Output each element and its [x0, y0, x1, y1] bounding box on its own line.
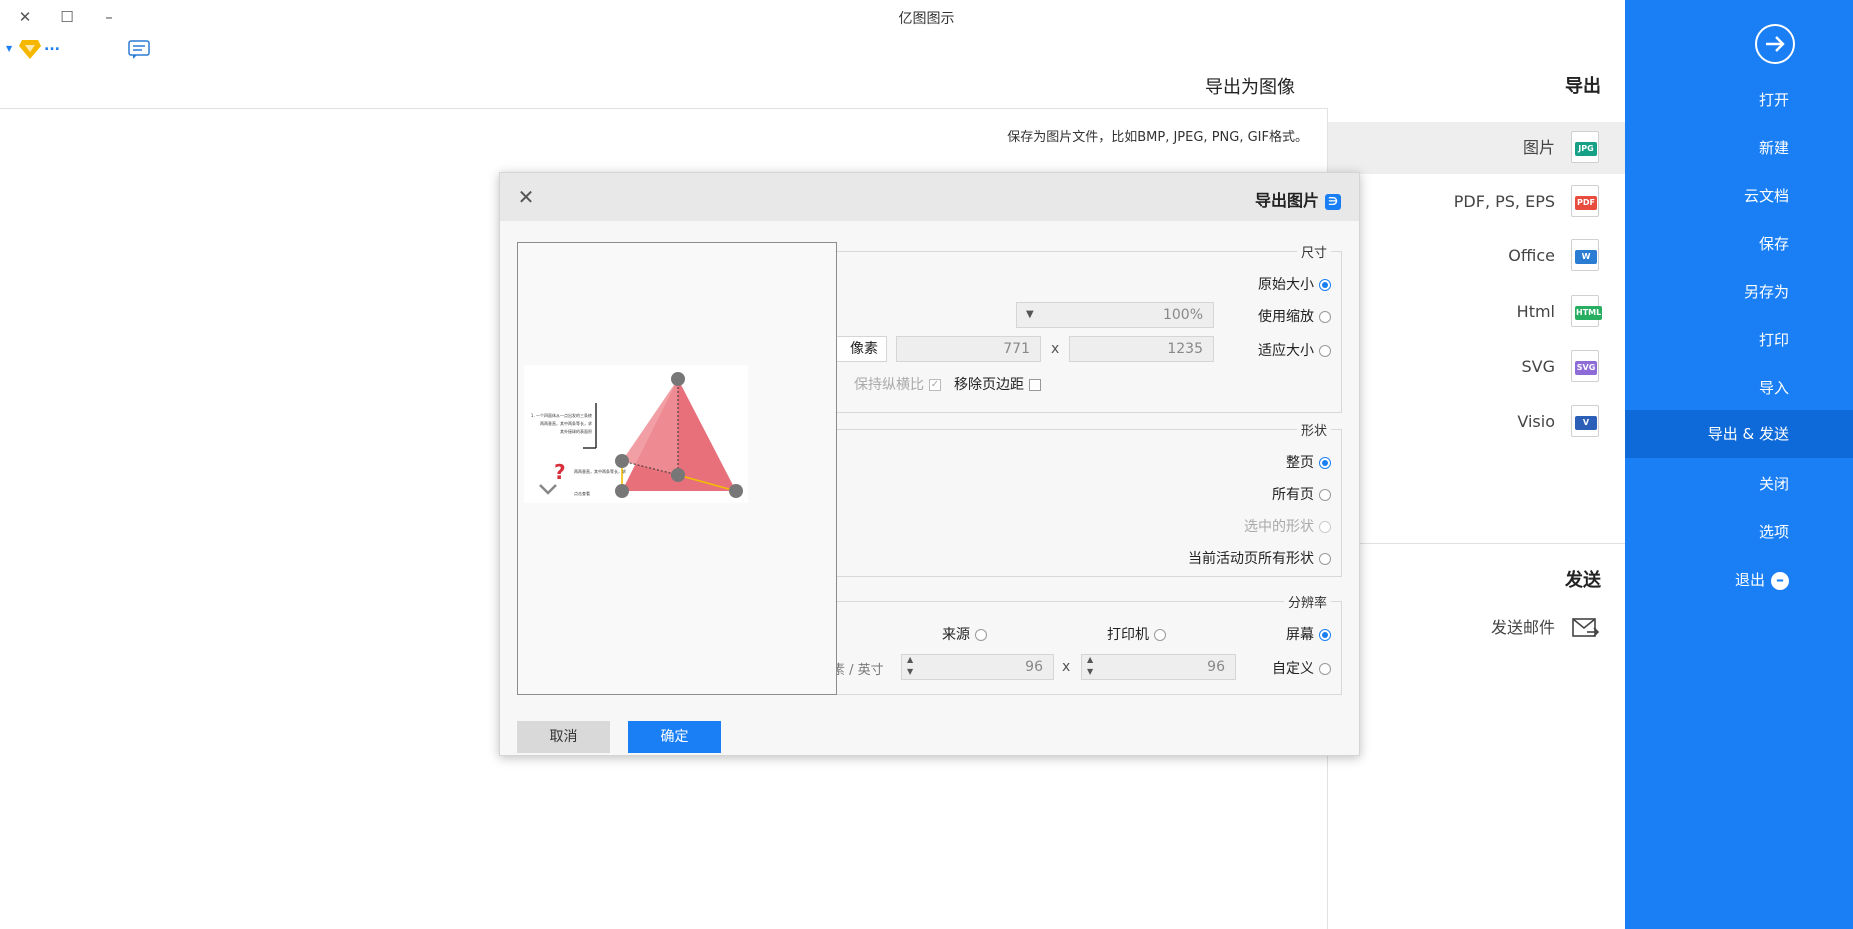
checkbox-keep-ratio[interactable]: 保持纵横比 ✓	[854, 374, 941, 394]
shape-group-legend: 形状	[1296, 420, 1331, 439]
preview-note-line-3: 其外接球的表面积	[560, 428, 592, 434]
sidebar-item-options[interactable]: 选项	[1625, 508, 1853, 556]
radio-original-size[interactable]: 原始大小	[1258, 274, 1331, 294]
export-section-title: 导出	[1565, 76, 1601, 97]
preview-diagram: 1. 一个四面体从一点出发的三条棱 两两垂直，其中两条等长，求 其外接球的表面积…	[524, 365, 748, 503]
exit-icon: –	[1771, 571, 1789, 590]
export-description: 保存为图片文件，比如BMP, JPEG, PNG, GIF格式。	[1007, 130, 1308, 145]
resolution-group: 分辨率 屏幕 打印机 来源 自定义 96 ▲ ▼ x 96 ▲ ▼ 像素 / 英寸	[808, 592, 1342, 695]
send-email-item[interactable]: 发送邮件	[1328, 602, 1625, 654]
export-format-html[interactable]: HTML Html	[1328, 286, 1625, 338]
send-email-label: 发送邮件	[1490, 618, 1555, 637]
mail-send-icon	[1571, 616, 1600, 644]
radio-all-pages[interactable]: 所有页	[1272, 484, 1331, 504]
export-format-image[interactable]: JPG 图片	[1328, 122, 1625, 174]
export-format-label: 图片	[1522, 138, 1555, 157]
unit-select-value: 像素	[850, 341, 878, 357]
preview-note-line-2: 两两垂直，其中两条等长，求	[540, 420, 592, 426]
export-format-label: PDF, PS, EPS	[1453, 192, 1555, 211]
jpg-file-icon: JPG	[1571, 131, 1599, 163]
resolution-group-legend: 分辨率	[1283, 592, 1331, 611]
svg-file-icon: SVG	[1571, 350, 1599, 382]
radio-custom[interactable]: 自定义	[1272, 658, 1331, 678]
dpi-x-input[interactable]: 96	[1081, 654, 1236, 680]
dialog-title: 导出图片 ∋	[1255, 187, 1341, 211]
app-title: 亿图图示	[898, 11, 955, 27]
sidebar-item-save[interactable]: 保存	[1625, 220, 1853, 268]
radio-printer[interactable]: 打印机	[1107, 624, 1166, 644]
sidebar-item-exit[interactable]: 退出 –	[1625, 556, 1853, 604]
sidebar-item-open[interactable]: 打开	[1625, 76, 1853, 124]
ok-button[interactable]: 确定	[628, 721, 721, 753]
dpi-x-sign: x	[1062, 659, 1071, 675]
back-arrow-icon[interactable]	[1755, 24, 1795, 64]
radio-source[interactable]: 来源	[942, 624, 987, 644]
checkbox-remove-margin[interactable]: 移除页边距	[954, 374, 1041, 394]
html-file-icon: HTML	[1571, 295, 1603, 327]
export-format-visio[interactable]: V Visio	[1328, 396, 1625, 448]
app-logo-icon: ∋	[1325, 193, 1341, 210]
sidebar-item-cloud[interactable]: 云文档	[1625, 172, 1853, 220]
dialog-titlebar: 导出图片 ∋ ✕	[500, 173, 1359, 221]
sidebar-item-save-as[interactable]: 另存为	[1625, 268, 1853, 316]
export-format-label: Office	[1508, 246, 1555, 265]
width-input[interactable]: 1235	[1069, 336, 1214, 362]
preview-note-line-1: 1. 一个四面体从一点出发的三条棱	[531, 412, 592, 418]
shape-group: 形状 整页 所有页 选中的形状 当前活动页所有形状	[808, 420, 1342, 577]
radio-use-scale[interactable]: 使用缩放	[1258, 306, 1331, 326]
size-group-legend: 尺寸	[1296, 242, 1331, 261]
sidebar-item-new[interactable]: 新建	[1625, 124, 1853, 172]
export-image-dialog: 导出图片 ∋ ✕ 尺寸 原始大小 使用缩放 100% ▼ 适应大小 1235 x …	[499, 172, 1360, 756]
header-divider	[0, 108, 1328, 109]
export-preview: 1. 一个四面体从一点出发的三条棱 两两垂直，其中两条等长，求 其外接球的表面积…	[517, 242, 837, 695]
pdf-file-icon: PDF	[1571, 185, 1599, 217]
export-format-pdf[interactable]: PDF PDF, PS, EPS	[1328, 176, 1625, 228]
dialog-close-button[interactable]: ✕	[514, 185, 538, 209]
radio-current-page-shapes[interactable]: 当前活动页所有形状	[1188, 548, 1331, 568]
dropdown-caret-icon[interactable]: ▼	[6, 44, 12, 53]
send-section-title: 发送	[1565, 570, 1601, 591]
preview-label-text: 两两垂直，其中两条等长，求	[574, 468, 626, 474]
feedback-icon[interactable]	[128, 40, 150, 64]
export-format-office[interactable]: W Office	[1328, 230, 1625, 282]
visio-file-icon: V	[1571, 405, 1599, 437]
export-format-label: SVG	[1521, 357, 1556, 376]
sidebar: 打开 新建 云文档 保存 另存为 打印 导入 导出 & 发送 关闭 选项 退出 –	[1625, 0, 1853, 929]
size-x-sign: x	[1051, 341, 1060, 357]
dpi-y-spinner-icon[interactable]: ▲ ▼	[907, 654, 913, 678]
sidebar-item-export-send[interactable]: 导出 & 发送	[1625, 410, 1853, 458]
sidebar-item-close[interactable]: 关闭	[1625, 460, 1853, 508]
scale-dropdown-icon[interactable]: ▼	[1026, 309, 1034, 320]
more-menu-button[interactable]: ...	[44, 38, 60, 54]
scale-select[interactable]: 100%	[1016, 302, 1214, 328]
send-divider	[1360, 543, 1625, 544]
size-group: 尺寸 原始大小 使用缩放 100% ▼ 适应大小 1235 x 771 像素 ▼…	[808, 242, 1342, 413]
premium-badge-icon[interactable]	[18, 38, 42, 64]
preview-caption: 点击查看	[574, 490, 590, 496]
word-file-icon: W	[1571, 239, 1599, 271]
radio-selected-shapes[interactable]: 选中的形状	[1244, 516, 1331, 536]
sidebar-item-print[interactable]: 打印	[1625, 316, 1853, 364]
exit-label: 退出	[1734, 571, 1765, 589]
export-format-svg[interactable]: SVG SVG	[1328, 341, 1625, 393]
export-format-label: Visio	[1517, 412, 1555, 431]
export-format-label: Html	[1516, 302, 1555, 321]
cancel-button[interactable]: 取消	[517, 721, 610, 753]
dpi-x-spinner-icon[interactable]: ▲ ▼	[1087, 654, 1093, 678]
radio-fit-size[interactable]: 适应大小	[1258, 340, 1331, 360]
page-title: 导出为图像	[1205, 77, 1295, 98]
preview-question-mark: ?	[554, 460, 566, 484]
height-input[interactable]: 771	[896, 336, 1041, 362]
radio-screen[interactable]: 屏幕	[1286, 624, 1331, 644]
sidebar-item-import[interactable]: 导入	[1625, 364, 1853, 412]
dpi-y-input[interactable]: 96	[901, 654, 1054, 680]
radio-whole-page[interactable]: 整页	[1286, 452, 1331, 472]
